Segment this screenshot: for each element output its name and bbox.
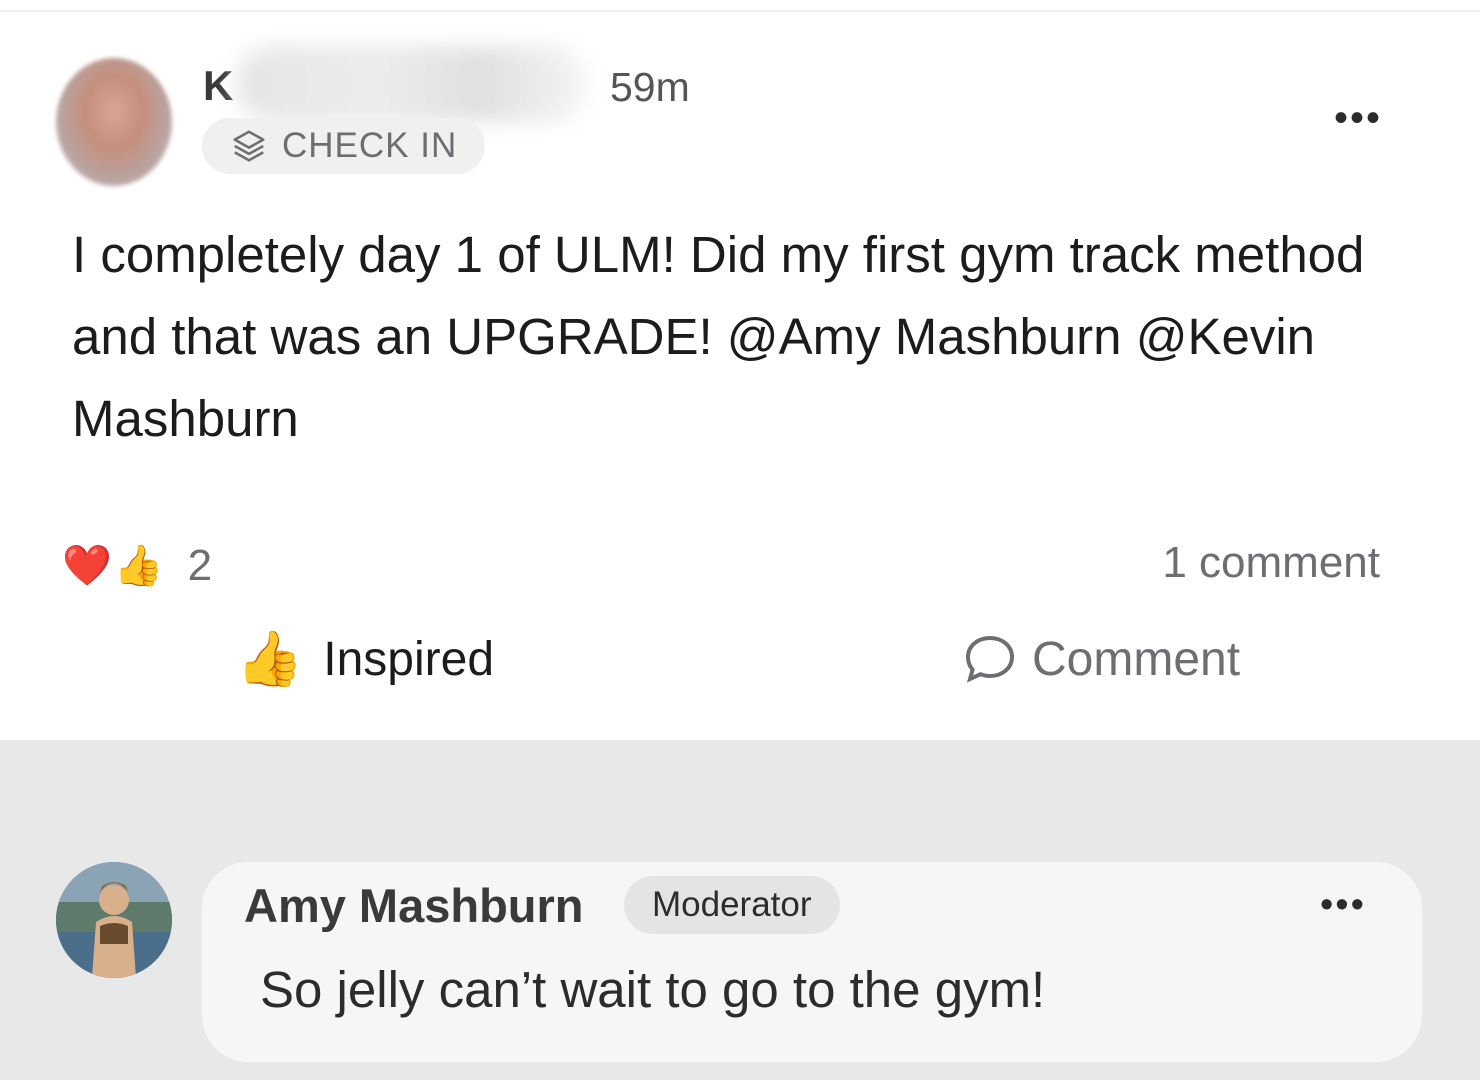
post-timestamp: 59m	[610, 64, 690, 110]
speech-bubble-icon	[965, 635, 1015, 683]
layers-icon	[233, 130, 265, 162]
inspired-label: Inspired	[323, 632, 495, 686]
comment-more-options-icon[interactable]: •••	[1320, 886, 1366, 924]
reaction-summary[interactable]: ❤️ 👍 2	[62, 536, 212, 596]
commenter-avatar[interactable]	[56, 862, 172, 978]
author-name-redaction	[236, 46, 588, 122]
reaction-count: 2	[187, 541, 213, 590]
post-more-options-icon[interactable]: •••	[1334, 98, 1382, 138]
check-in-label: CHECK IN	[282, 126, 458, 165]
post-body-text: I completely day 1 of ULM! Did my first …	[72, 226, 1365, 447]
author-name[interactable]: K	[203, 62, 233, 110]
inspired-button[interactable]: 👍 Inspired	[236, 626, 494, 692]
check-in-tag: CHECK IN	[202, 118, 485, 174]
author-avatar[interactable]	[56, 58, 172, 186]
comment-button[interactable]: Comment	[962, 626, 1240, 692]
heart-reaction-icon: ❤️	[62, 544, 112, 588]
comment-label: Comment	[1032, 632, 1241, 686]
moderator-badge: Moderator	[624, 876, 840, 934]
commenter-name[interactable]: Amy Mashburn	[244, 878, 584, 933]
thumbs-up-icon: 👍	[236, 629, 304, 689]
comment-text: So jelly can’t wait to go to the gym!	[260, 961, 1046, 1018]
comment-count-link[interactable]: 1 comment	[1162, 538, 1380, 588]
thumbs-up-reaction-icon: 👍	[113, 544, 164, 588]
